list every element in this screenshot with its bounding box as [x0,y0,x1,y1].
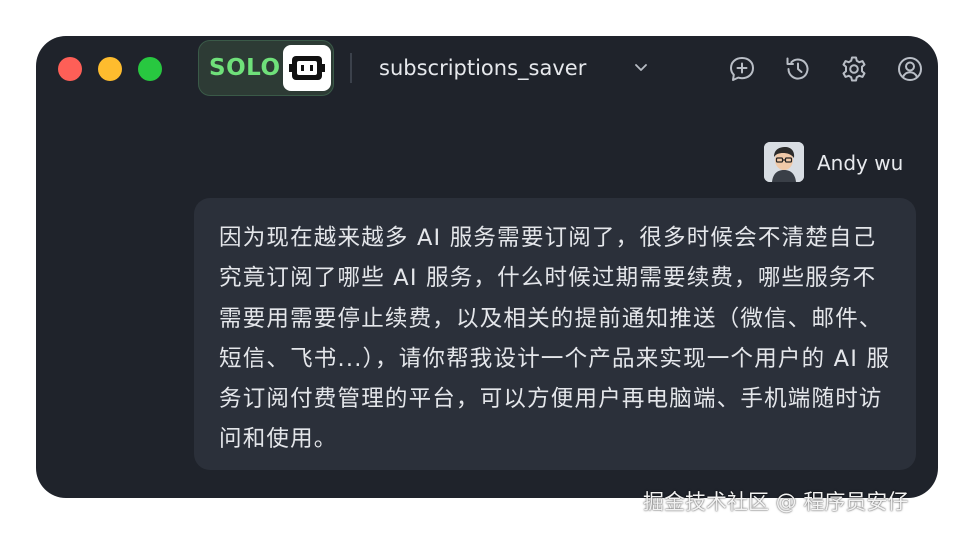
message-author-name: Andy wu [817,151,904,175]
user-message-text: 因为现在越来越多 AI 服务需要订阅了，很多时候会不清楚自己究竟订阅了哪些 AI… [219,225,891,453]
solo-mode-label: SOLO [209,55,281,81]
chevron-down-icon[interactable] [633,60,649,80]
user-avatar [764,142,804,182]
minimize-window-button[interactable] [98,57,122,81]
gear-icon[interactable] [839,54,869,84]
maximize-window-button[interactable] [138,57,162,81]
solo-mode-icon [283,45,331,91]
account-icon[interactable] [895,54,925,84]
new-chat-icon[interactable] [727,54,757,84]
solo-mode-toggle[interactable]: SOLO [198,40,334,96]
user-message-bubble: 因为现在越来越多 AI 服务需要订阅了，很多时候会不清楚自己究竟订阅了哪些 AI… [194,198,916,470]
history-icon[interactable] [783,54,813,84]
project-name[interactable]: subscriptions_saver [379,56,586,80]
toolbar-divider [350,53,352,83]
watermark: 掘金技术社区 @ 程序员安仔 [643,490,909,514]
close-window-button[interactable] [58,57,82,81]
